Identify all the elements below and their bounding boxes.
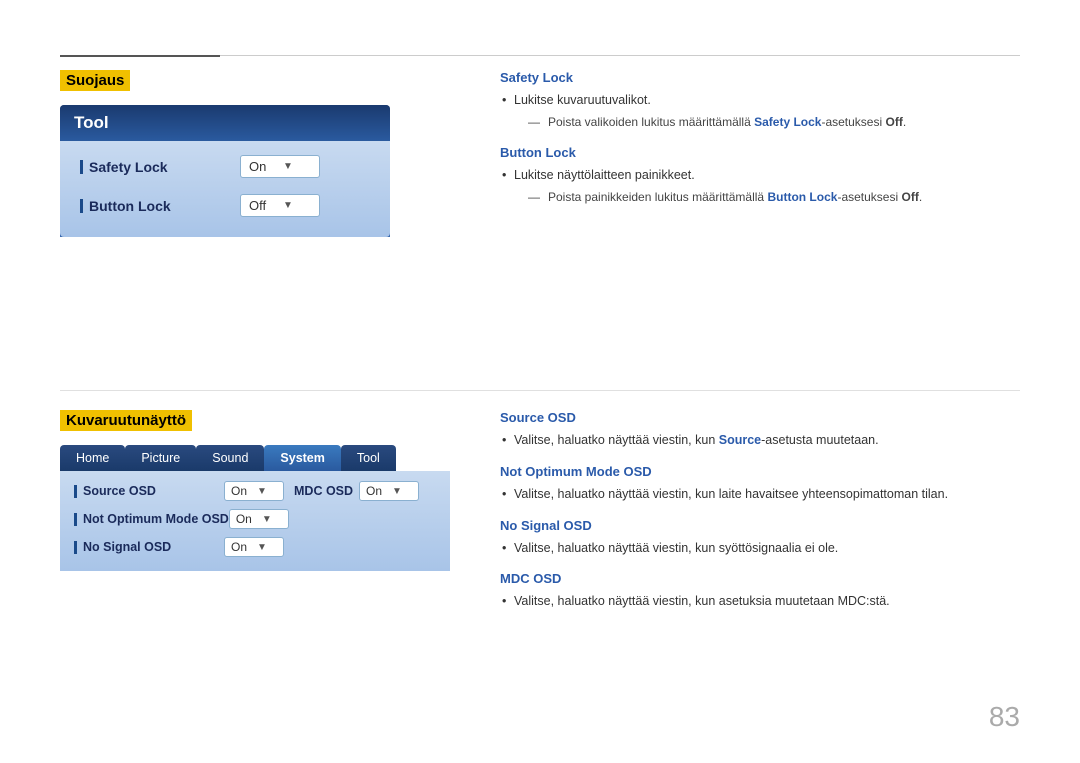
mdc-osd-desc-title: MDC OSD: [500, 571, 1020, 586]
no-signal-value: On: [231, 540, 251, 554]
safety-lock-desc-list: Lukitse kuvaruutuvalikot. Poista valikoi…: [500, 91, 1020, 131]
nav-tabs: Home Picture Sound System Tool: [60, 445, 450, 471]
kuvaruutu-title: Kuvaruutunäyttö: [60, 410, 192, 431]
top-accent-line: [60, 55, 220, 57]
source-osd-desc: Source OSD Valitse, haluatko näyttää vie…: [500, 410, 1020, 450]
source-osd-label: Source OSD: [74, 484, 224, 498]
kuvaruutu-section: Kuvaruutunäyttö Home Picture Sound Syste…: [60, 410, 480, 571]
no-signal-select[interactable]: On ▼: [224, 537, 284, 557]
tab-home[interactable]: Home: [60, 445, 125, 471]
no-signal-row: No Signal OSD On ▼: [74, 537, 436, 557]
source-osd-desc-list: Valitse, haluatko näyttää viestin, kun S…: [500, 431, 1020, 450]
mdc-osd-select[interactable]: On ▼: [359, 481, 419, 501]
button-lock-desc-sub: Poista painikkeiden lukitus määrittämäll…: [528, 188, 1020, 206]
not-optimum-mode-row: Not Optimum Mode OSD On ▼: [74, 509, 436, 529]
tool-panel-header: Tool: [60, 105, 390, 141]
mdc-osd-desc: MDC OSD Valitse, haluatko näyttää viesti…: [500, 571, 1020, 611]
mdc-osd-arrow: ▼: [392, 486, 412, 497]
no-signal-desc: No Signal OSD Valitse, haluatko näyttää …: [500, 518, 1020, 558]
kuvaruutu-descriptions: Source OSD Valitse, haluatko näyttää vie…: [500, 410, 1020, 625]
safety-lock-desc-title: Safety Lock: [500, 70, 1020, 85]
nav-panel-body: Source OSD On ▼ MDC OSD On ▼ Not Optimum…: [60, 471, 450, 571]
mdc-osd-label: MDC OSD: [294, 484, 353, 498]
tool-panel-title: Tool: [74, 113, 109, 132]
suojaus-descriptions: Safety Lock Lukitse kuvaruutuvalikot. Po…: [500, 70, 1020, 220]
source-osd-value: On: [231, 484, 251, 498]
button-lock-label: Button Lock: [80, 198, 240, 214]
suojaus-title: Suojaus: [60, 70, 130, 91]
not-optimum-desc: Not Optimum Mode OSD Valitse, haluatko n…: [500, 464, 1020, 504]
no-signal-label: No Signal OSD: [74, 540, 224, 554]
mdc-osd-desc-item: Valitse, haluatko näyttää viestin, kun a…: [500, 592, 1020, 611]
not-optimum-mode-select[interactable]: On ▼: [229, 509, 289, 529]
not-optimum-mode-arrow: ▼: [262, 514, 282, 525]
button-lock-value: Off: [249, 198, 277, 213]
source-osd-arrow: ▼: [257, 486, 277, 497]
not-optimum-mode-label: Not Optimum Mode OSD: [74, 512, 229, 526]
tab-system[interactable]: System: [264, 445, 340, 471]
button-lock-highlight: Button Lock: [767, 190, 837, 204]
safety-lock-desc: Safety Lock Lukitse kuvaruutuvalikot. Po…: [500, 70, 1020, 131]
button-lock-row: Button Lock Off ▼: [80, 194, 370, 217]
button-lock-desc-item: Lukitse näyttölaitteen painikkeet. Poist…: [500, 166, 1020, 206]
not-optimum-desc-item: Valitse, haluatko näyttää viestin, kun l…: [500, 485, 1020, 504]
button-lock-desc-title: Button Lock: [500, 145, 1020, 160]
mdc-osd-value: On: [366, 484, 386, 498]
not-optimum-desc-list: Valitse, haluatko näyttää viestin, kun l…: [500, 485, 1020, 504]
safety-lock-label: Safety Lock: [80, 159, 240, 175]
safety-lock-dropdown-arrow: ▼: [283, 161, 311, 172]
source-osd-row: Source OSD On ▼ MDC OSD On ▼: [74, 481, 436, 501]
safety-lock-highlight: Safety Lock: [754, 115, 821, 129]
no-signal-desc-title: No Signal OSD: [500, 518, 1020, 533]
button-lock-desc: Button Lock Lukitse näyttölaitteen paini…: [500, 145, 1020, 206]
tab-tool[interactable]: Tool: [341, 445, 396, 471]
suojaus-section: Suojaus Tool Safety Lock On ▼ Button Loc…: [60, 70, 460, 237]
page-number: 83: [989, 701, 1020, 733]
button-lock-select[interactable]: Off ▼: [240, 194, 320, 217]
source-osd-select[interactable]: On ▼: [224, 481, 284, 501]
safety-lock-desc-item: Lukitse kuvaruutuvalikot. Poista valikoi…: [500, 91, 1020, 131]
source-osd-desc-item: Valitse, haluatko näyttää viestin, kun S…: [500, 431, 1020, 450]
safety-lock-value: On: [249, 159, 277, 174]
tab-picture[interactable]: Picture: [125, 445, 196, 471]
middle-divider: [60, 390, 1020, 391]
safety-lock-select[interactable]: On ▼: [240, 155, 320, 178]
button-lock-dropdown-arrow: ▼: [283, 200, 311, 211]
not-optimum-desc-title: Not Optimum Mode OSD: [500, 464, 1020, 479]
source-highlight: Source: [719, 433, 761, 447]
tool-panel: Tool Safety Lock On ▼ Button Lock Off: [60, 105, 390, 237]
no-signal-desc-list: Valitse, haluatko näyttää viestin, kun s…: [500, 539, 1020, 558]
source-osd-desc-title: Source OSD: [500, 410, 1020, 425]
tab-sound[interactable]: Sound: [196, 445, 264, 471]
nav-panel: Home Picture Sound System Tool Source OS…: [60, 445, 450, 571]
mdc-osd-desc-list: Valitse, haluatko näyttää viestin, kun a…: [500, 592, 1020, 611]
not-optimum-mode-value: On: [236, 512, 256, 526]
button-lock-desc-list: Lukitse näyttölaitteen painikkeet. Poist…: [500, 166, 1020, 206]
tool-panel-body: Safety Lock On ▼ Button Lock Off ▼: [60, 141, 390, 237]
safety-lock-row: Safety Lock On ▼: [80, 155, 370, 178]
safety-lock-desc-sub: Poista valikoiden lukitus määrittämällä …: [528, 113, 1020, 131]
no-signal-desc-item: Valitse, haluatko näyttää viestin, kun s…: [500, 539, 1020, 558]
no-signal-arrow: ▼: [257, 542, 277, 553]
